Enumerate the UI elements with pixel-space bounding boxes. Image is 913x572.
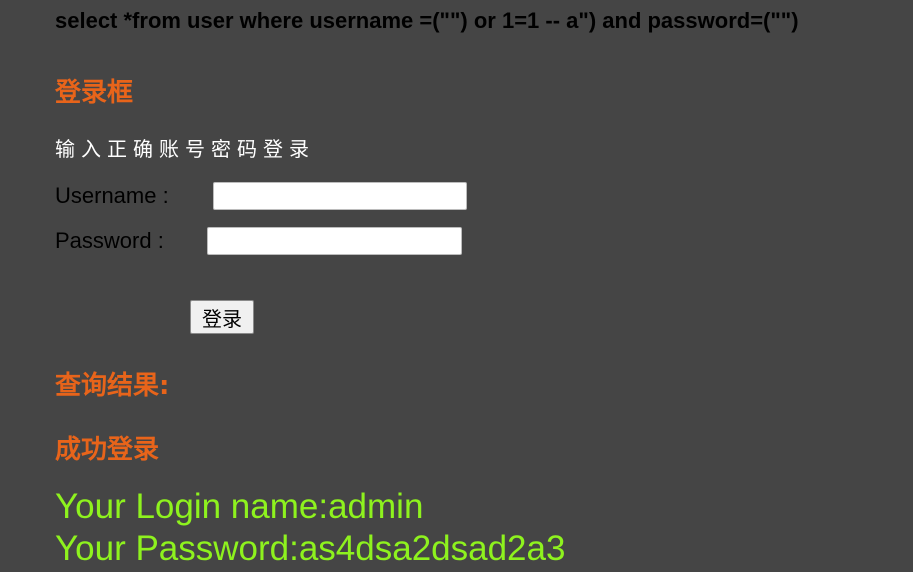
password-input[interactable] [207, 227, 462, 255]
login-button[interactable]: 登录 [190, 300, 254, 334]
page: select *from user where username =("") o… [0, 0, 913, 572]
password-result: Your Password:as4dsa2dsad2a3 [55, 529, 566, 568]
username-label: Username : [55, 183, 169, 208]
query-result-title: 查询结果: [55, 371, 170, 401]
sql-query-text: select *from user where username =("") o… [55, 8, 799, 33]
login-success-status: 成功登录 [55, 435, 160, 465]
login-box-title: 登录框 [55, 78, 134, 108]
login-hint-text: 输入正确账号密码登录 [55, 137, 315, 161]
password-label: Password : [55, 228, 164, 253]
username-input[interactable] [213, 182, 467, 210]
login-name-result: Your Login name:admin [55, 487, 424, 526]
